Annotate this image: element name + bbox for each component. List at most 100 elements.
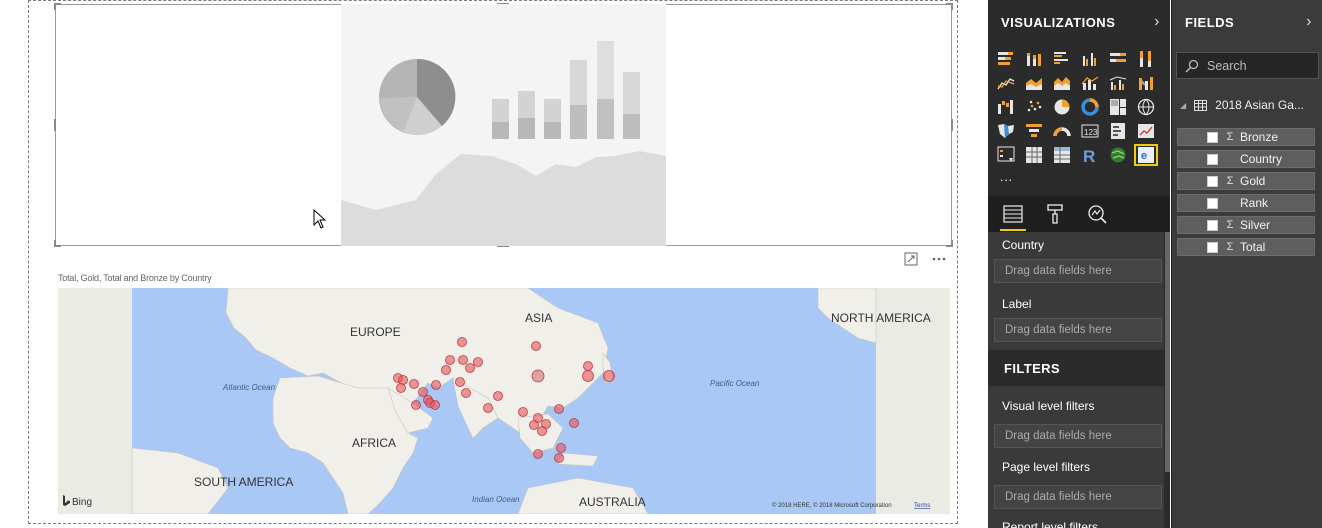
line-chart-icon[interactable]: [996, 74, 1016, 92]
format-paint-roller-icon[interactable]: [1044, 203, 1066, 225]
resize-handle[interactable]: [951, 240, 953, 247]
map-terms-link[interactable]: Terms: [914, 503, 930, 509]
stacked-area-icon[interactable]: [1052, 74, 1072, 92]
clustered-bar-icon[interactable]: [1052, 50, 1072, 68]
report-canvas[interactable]: Total, Gold, Total and Bronze by Country: [0, 0, 988, 528]
line-clustered-column-icon[interactable]: [1108, 74, 1128, 92]
card-icon[interactable]: 123: [1080, 122, 1100, 140]
label-well-label: Label: [1002, 297, 1032, 311]
kpi-icon[interactable]: [1136, 122, 1156, 140]
funnel-icon[interactable]: [1024, 122, 1044, 140]
map-label-atlantic: Atlantic Ocean: [222, 383, 276, 392]
page-level-filters-label: Page level filters: [1002, 460, 1091, 474]
chevron-right-icon[interactable]: ›: [1306, 13, 1312, 31]
stacked-column-icon[interactable]: [1024, 50, 1044, 68]
bing-map[interactable]: EUROPE ASIA AFRICA NORTH AMERICA SOUTH A…: [58, 288, 950, 514]
visual-header-tools: [904, 252, 946, 266]
pie-icon[interactable]: [1052, 98, 1072, 116]
100-column-icon[interactable]: [1136, 50, 1156, 68]
stacked-bar-icon[interactable]: [996, 50, 1016, 68]
gauge-icon[interactable]: [1052, 122, 1072, 140]
map-label-pacific: Pacific Ocean: [710, 379, 760, 388]
label-well-dropzone[interactable]: Drag data fields here: [994, 318, 1162, 342]
donut-icon[interactable]: [1080, 98, 1100, 116]
table-icon: [1194, 99, 1208, 111]
table-icon[interactable]: [1024, 146, 1044, 164]
visualization-gallery: 123 Re: [996, 50, 1162, 170]
table-name: 2018 Asian Ga...: [1215, 98, 1304, 112]
field-checkbox[interactable]: [1207, 131, 1218, 143]
visual-options-tabs: [988, 196, 1170, 232]
analytics-magnifier-icon[interactable]: [1086, 203, 1108, 225]
field-wells: Country Drag data fields here Label Drag…: [988, 232, 1164, 528]
arcgis-icon[interactable]: [1108, 146, 1128, 164]
100-bar-icon[interactable]: [1108, 50, 1128, 68]
country-well-dropzone[interactable]: Drag data fields here: [994, 259, 1162, 283]
report-level-filters-label: Report level filters: [1002, 520, 1099, 528]
page-filters-dropzone[interactable]: Drag data fields here: [994, 485, 1162, 509]
field-item[interactable]: Σ Silver: [1177, 216, 1315, 234]
field-item[interactable]: Rank: [1177, 194, 1315, 212]
field-item[interactable]: Country: [1177, 150, 1315, 168]
visual-level-filters-label: Visual level filters: [1002, 399, 1095, 413]
svg-text:123: 123: [1084, 128, 1098, 137]
field-name: Total: [1240, 240, 1266, 254]
map-label-indian: Indian Ocean: [472, 495, 520, 504]
collapse-arrow-icon[interactable]: ◢: [1180, 101, 1186, 110]
area-chart-icon[interactable]: [1024, 74, 1044, 92]
resize-handle[interactable]: [54, 119, 56, 131]
field-checkbox[interactable]: [1207, 197, 1218, 209]
line-column-icon[interactable]: [1080, 74, 1100, 92]
svg-text:e: e: [1141, 150, 1147, 162]
country-well-label: Country: [1002, 238, 1045, 252]
multi-row-card-icon[interactable]: [1108, 122, 1128, 140]
field-name: Bronze: [1240, 130, 1279, 144]
field-item[interactable]: Σ Gold: [1177, 172, 1315, 190]
sigma-icon: Σ: [1226, 131, 1234, 143]
matrix-icon[interactable]: [1052, 146, 1072, 164]
resize-handle[interactable]: [951, 119, 953, 131]
sigma-icon: Σ: [1226, 241, 1234, 253]
resize-handle[interactable]: [54, 240, 56, 247]
field-checkbox[interactable]: [1207, 153, 1218, 165]
resize-handle[interactable]: [54, 3, 56, 10]
map-label-europe: EUROPE: [350, 325, 401, 339]
chevron-right-icon[interactable]: ›: [1154, 13, 1160, 31]
more-visuals-button[interactable]: ...: [1000, 170, 1013, 184]
waterfall-icon[interactable]: [996, 98, 1016, 116]
field-name: Silver: [1240, 218, 1271, 232]
map-surface[interactable]: EUROPE ASIA AFRICA NORTH AMERICA SOUTH A…: [58, 288, 950, 514]
field-name: Gold: [1240, 174, 1266, 188]
visual-filters-dropzone[interactable]: Drag data fields here: [994, 424, 1162, 448]
fields-header[interactable]: FIELDS ›: [1172, 0, 1322, 44]
fields-pane: FIELDS › Search ◢ 2018 Asian Ga... Σ Bron…: [1171, 0, 1322, 528]
field-checkbox[interactable]: [1207, 241, 1218, 253]
slicer-icon[interactable]: [996, 146, 1016, 164]
scatter-icon[interactable]: [1024, 98, 1044, 116]
pane-scrollbar[interactable]: [1165, 232, 1170, 472]
treemap-icon[interactable]: [1108, 98, 1128, 116]
field-name: Rank: [1240, 196, 1269, 210]
ribbon-chart-icon[interactable]: [1136, 74, 1156, 92]
field-checkbox[interactable]: [1207, 219, 1218, 231]
r-visual-icon[interactable]: R: [1080, 146, 1100, 164]
field-checkbox[interactable]: [1207, 175, 1218, 187]
field-item[interactable]: Σ Bronze: [1177, 128, 1315, 146]
table-node[interactable]: ◢ 2018 Asian Ga...: [1180, 98, 1304, 112]
custom-visual-icon[interactable]: e: [1134, 144, 1158, 166]
filled-map-icon[interactable]: [996, 122, 1016, 140]
map-label-africa: AFRICA: [352, 436, 396, 450]
visualizations-title: VISUALIZATIONS: [1001, 14, 1116, 30]
resize-handle[interactable]: [951, 3, 953, 10]
fields-tab-icon[interactable]: [1000, 203, 1026, 231]
map-icon[interactable]: [1136, 98, 1156, 116]
filters-header[interactable]: FILTERS: [988, 350, 1164, 386]
field-item[interactable]: Σ Total: [1177, 238, 1315, 256]
more-options-icon[interactable]: [932, 252, 946, 266]
focus-mode-icon[interactable]: [904, 252, 918, 266]
map-label-australia: AUSTRALIA: [579, 495, 646, 509]
fields-search-input[interactable]: Search: [1176, 52, 1319, 79]
visualizations-header[interactable]: VISUALIZATIONS ›: [988, 0, 1170, 44]
clustered-column-icon[interactable]: [1080, 50, 1100, 68]
bing-logo-icon: [63, 495, 70, 506]
